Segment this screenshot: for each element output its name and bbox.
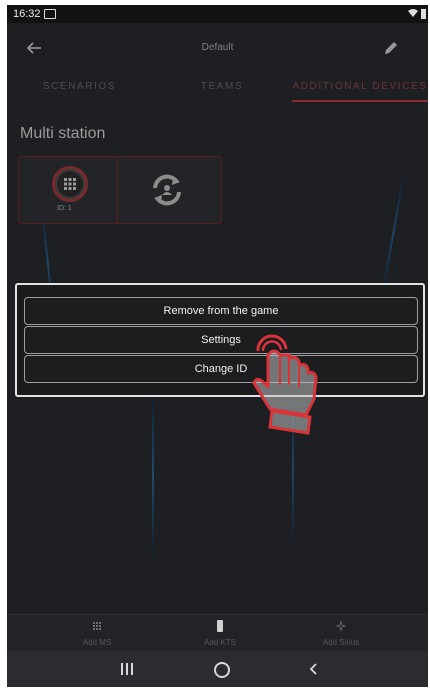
tab-teams[interactable]: TEAMS — [152, 75, 292, 105]
sync-refresh-icon[interactable] — [147, 170, 187, 210]
add-kts-button[interactable]: Add KTS — [160, 615, 280, 651]
grid-icon — [64, 178, 76, 190]
tab-additional-devices[interactable]: ADDITIONAL DEVICES — [292, 75, 428, 105]
recent-apps-icon[interactable] — [119, 663, 135, 675]
kts-device-icon — [217, 620, 223, 632]
app-screen: 16:32 Default SCENARIOS TEAMS ADDITIONAL… — [7, 5, 428, 687]
section-title: Multi station — [20, 125, 106, 142]
active-tab-indicator — [292, 100, 428, 102]
tap-hand-icon — [252, 334, 318, 435]
background-streak — [152, 395, 154, 555]
settings-button[interactable]: Settings — [24, 326, 418, 354]
tab-additional-devices-label: ADDITIONAL DEVICES — [292, 81, 428, 92]
system-navigation-bar — [7, 651, 428, 687]
multi-station-device-icon[interactable] — [52, 166, 88, 202]
tab-scenarios[interactable]: SCENARIOS — [7, 75, 152, 105]
page-title: Default — [201, 42, 234, 53]
multi-station-card[interactable]: ID: 1 — [18, 156, 222, 224]
sirius-star-icon — [336, 620, 346, 632]
status-bar: 16:32 — [7, 5, 428, 23]
device-id-label: ID: 1 — [57, 205, 72, 212]
add-kts-label: Add KTS — [203, 638, 236, 647]
background-streak — [381, 175, 405, 295]
card-divider — [117, 157, 118, 223]
device-options-dialog: Remove from the game Settings Change ID — [15, 283, 425, 397]
edit-pencil-icon[interactable] — [382, 39, 400, 57]
wifi-icon — [408, 9, 418, 17]
app-bar: Default — [7, 23, 428, 73]
home-icon[interactable] — [214, 662, 230, 678]
change-id-button[interactable]: Change ID — [24, 355, 418, 383]
add-ms-label: Add MS — [82, 638, 112, 647]
nav-back-icon[interactable] — [307, 662, 321, 676]
status-time: 16:32 — [13, 8, 41, 20]
add-ms-button[interactable]: Add MS — [37, 615, 157, 651]
add-sirius-button[interactable]: Add Sirius — [281, 615, 401, 651]
gallery-notification-icon — [44, 9, 56, 19]
add-sirius-label: Add Sirius — [322, 638, 360, 647]
ms-grid-icon — [93, 622, 101, 630]
bottom-action-bar: Add MS Add KTS Add Sirius — [7, 614, 428, 651]
tab-bar: SCENARIOS TEAMS ADDITIONAL DEVICES — [7, 75, 428, 105]
remove-from-game-button[interactable]: Remove from the game — [24, 297, 418, 325]
battery-icon — [421, 9, 426, 19]
